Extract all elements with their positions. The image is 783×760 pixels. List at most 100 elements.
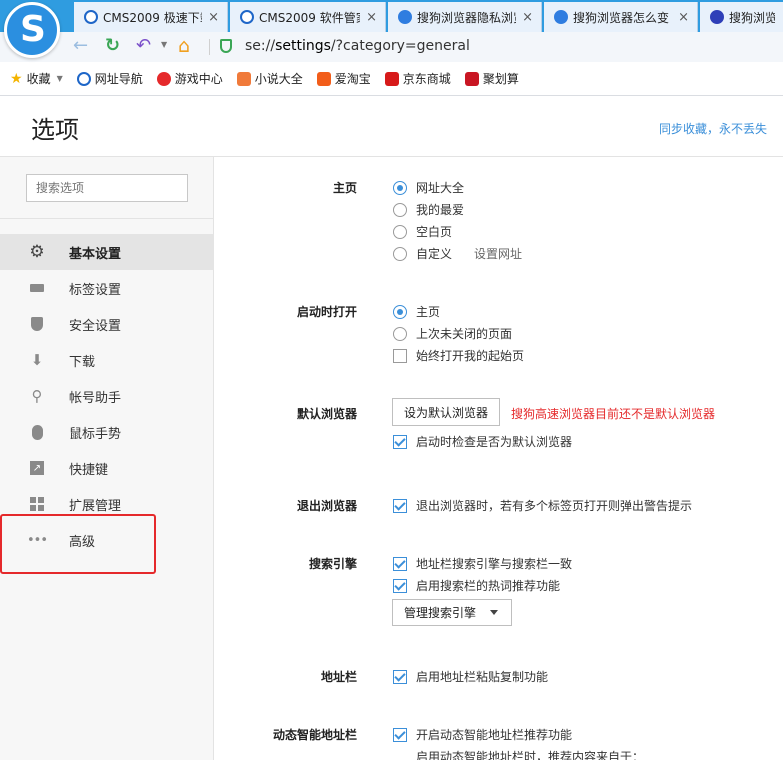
tab-title: 搜狗浏览器 — [729, 10, 775, 25]
radio-button[interactable] — [393, 246, 407, 261]
checkbox-search-sync[interactable]: 地址栏搜索引擎与搜索栏一致 — [393, 555, 572, 572]
sidebar-item-account[interactable]: ⚲ 帐号助手 — [0, 378, 214, 414]
taobao-icon — [316, 71, 331, 86]
checkbox[interactable] — [393, 434, 407, 449]
jd-icon — [384, 71, 399, 86]
checkbox[interactable] — [393, 727, 407, 742]
divider — [209, 39, 210, 55]
radio-home-hao123[interactable]: 网址大全 — [393, 179, 464, 196]
checkbox-label: 启用地址栏粘贴复制功能 — [416, 670, 549, 684]
sidebar-item-label: 鼠标手势 — [69, 426, 122, 442]
extension-icon — [29, 496, 45, 512]
gear-icon: ⚙ — [29, 242, 45, 262]
radio-button[interactable] — [393, 180, 407, 195]
checkbox[interactable] — [393, 348, 407, 363]
radio-startup-home[interactable]: 主页 — [393, 303, 440, 320]
section-label-search-engine: 搜索引擎 — [308, 557, 357, 571]
bookmark-juhuasuan[interactable]: 聚划算 — [464, 70, 519, 87]
tab-sogou-private[interactable]: 搜狗浏览器隐私浏览 × — [388, 2, 542, 32]
sync-link[interactable]: 同步收藏，永不丢失 — [659, 120, 767, 137]
checkbox-label: 退出浏览器时，若有多个标签页打开则弹出警告提示 — [416, 499, 693, 513]
default-warning: 搜狗高速浏览器目前还不是默认浏览器 — [511, 407, 716, 421]
checkbox-label: 启动时检查是否为默认浏览器 — [416, 435, 573, 449]
tab-sogou-browser[interactable]: 搜狗浏览器 — [700, 2, 783, 32]
smart-bar-note: 启用动态智能地址栏时，推荐内容来自于： — [416, 750, 645, 760]
set-url-link[interactable]: 设置网址 — [474, 245, 522, 262]
sidebar-item-basic[interactable]: ⚙ 基本设置 — [0, 234, 214, 270]
chevron-down-icon: ▼ — [56, 74, 63, 83]
radio-home-favorites[interactable]: 我的最爱 — [393, 201, 464, 218]
radio-button[interactable] — [393, 224, 407, 239]
checkbox-check-default[interactable]: 启动时检查是否为默认浏览器 — [393, 433, 572, 450]
highlight-box — [0, 514, 156, 574]
mouse-icon — [29, 424, 45, 440]
shield-icon — [220, 39, 232, 53]
close-icon[interactable]: × — [366, 10, 377, 25]
checkbox-exit-warning[interactable]: 退出浏览器时，若有多个标签页打开则弹出警告提示 — [393, 497, 692, 514]
tab-cms-manager[interactable]: CMS2009 软件管家 × — [230, 2, 386, 32]
sidebar-item-download[interactable]: ⬇ 下载 — [0, 342, 214, 378]
home-icon[interactable]: ⌂ — [178, 36, 190, 56]
bookmark-jd[interactable]: 京东商城 — [384, 70, 451, 87]
sidebar-item-shortcuts[interactable]: ↗ 快捷键 — [0, 450, 214, 486]
bookmarks-bar: ★ 收藏 ▼ 网址导航 游戏中心 小说大全 爱淘宝 京东商城 聚划算 — [0, 62, 783, 96]
checkbox-label: 地址栏搜索引擎与搜索栏一致 — [416, 557, 573, 571]
bookmark-nav[interactable]: 网址导航 — [76, 70, 143, 87]
search-input[interactable] — [26, 174, 188, 202]
checkbox-startup-start-page[interactable]: 始终打开我的起始页 — [393, 347, 524, 364]
radio-label: 空白页 — [416, 225, 453, 239]
radio-label: 自定义 — [416, 247, 453, 261]
checkbox-paste-copy[interactable]: 启用地址栏粘贴复制功能 — [393, 668, 548, 685]
bookmark-novels[interactable]: 小说大全 — [236, 70, 303, 87]
section-label-address-bar: 地址栏 — [320, 670, 357, 684]
nav-icon — [76, 71, 91, 86]
radio-button[interactable] — [393, 202, 407, 217]
tab-title: 搜狗浏览器隐私浏览 — [417, 10, 517, 25]
bookmark-games[interactable]: 游戏中心 — [156, 70, 223, 87]
bookmark-label: 聚划算 — [482, 72, 519, 86]
radio-label: 上次未关闭的页面 — [416, 327, 513, 341]
chevron-down-icon[interactable]: ▼ — [161, 40, 167, 49]
checkbox-smart-bar[interactable]: 开启动态智能地址栏推荐功能 — [393, 726, 572, 743]
close-icon[interactable]: × — [208, 10, 219, 25]
set-default-button[interactable]: 设为默认浏览器 — [392, 398, 501, 426]
manage-search-engines-button[interactable]: 管理搜索引擎 — [392, 599, 512, 626]
undo-icon[interactable]: ↶ — [136, 36, 151, 56]
game-icon — [156, 71, 171, 86]
url-text[interactable]: se://settings/?category=general — [245, 38, 470, 54]
section-label-startup: 启动时打开 — [296, 305, 357, 319]
checkbox[interactable] — [393, 498, 407, 513]
tab-cms-download[interactable]: CMS2009 极速下载 × — [74, 2, 228, 32]
bookmark-taobao[interactable]: 爱淘宝 — [316, 70, 371, 87]
close-icon[interactable]: × — [522, 10, 533, 25]
bookmark-label: 京东商城 — [402, 72, 451, 86]
tab-icon — [29, 280, 45, 296]
page-title: 选项 — [31, 116, 79, 144]
radio-home-custom[interactable]: 自定义 设置网址 — [393, 245, 522, 262]
radio-startup-last[interactable]: 上次未关闭的页面 — [393, 325, 512, 342]
bookmark-label: 小说大全 — [254, 72, 303, 86]
sidebar-item-label: 下载 — [69, 354, 96, 370]
back-icon[interactable]: ← — [73, 36, 88, 56]
checkbox[interactable] — [393, 556, 407, 571]
tab-sogou-howto[interactable]: 搜狗浏览器怎么变 × — [544, 2, 698, 32]
checkbox[interactable] — [393, 669, 407, 684]
bookmark-favorites[interactable]: ★ 收藏 ▼ — [10, 70, 63, 87]
star-icon: ★ — [10, 70, 23, 87]
close-icon[interactable]: × — [678, 10, 689, 25]
sidebar-item-tabs[interactable]: 标签设置 — [0, 270, 214, 306]
sidebar-item-security[interactable]: 安全设置 — [0, 306, 214, 342]
divider — [0, 218, 214, 219]
radio-button[interactable] — [393, 326, 407, 341]
radio-label: 我的最爱 — [416, 203, 465, 217]
checkbox[interactable] — [393, 578, 407, 593]
url-field[interactable]: se://settings/?category=general — [220, 34, 780, 58]
section-label-default-browser: 默认浏览器 — [296, 407, 357, 421]
refresh-icon[interactable]: ↻ — [105, 36, 120, 56]
sidebar-item-mouse[interactable]: 鼠标手势 — [0, 414, 214, 450]
sogou-logo[interactable]: S — [4, 2, 60, 58]
cms-icon — [240, 10, 254, 24]
radio-button[interactable] — [393, 304, 407, 319]
checkbox-hot-words[interactable]: 启用搜索栏的热词推荐功能 — [393, 577, 560, 594]
radio-home-blank[interactable]: 空白页 — [393, 223, 452, 240]
